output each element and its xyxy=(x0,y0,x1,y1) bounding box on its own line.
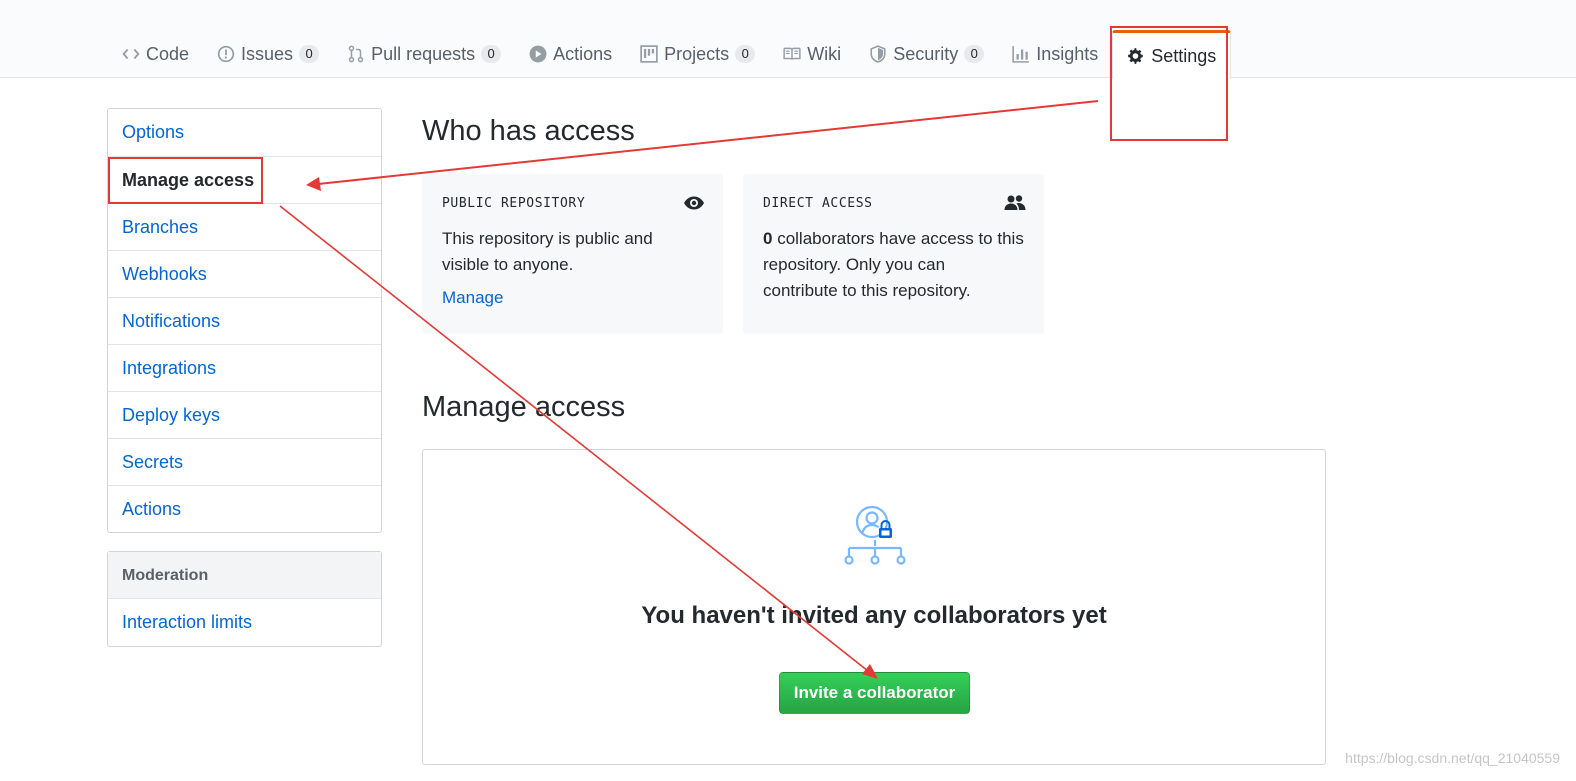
tab-pull-requests[interactable]: Pull requests 0 xyxy=(333,30,515,78)
tab-label: Projects xyxy=(664,43,730,64)
people-icon xyxy=(1004,193,1026,213)
tab-projects[interactable]: Projects 0 xyxy=(626,30,769,78)
menu-item-actions[interactable]: Actions xyxy=(108,485,381,532)
tab-settings[interactable]: Settings xyxy=(1112,30,1232,79)
who-has-access-heading: Who has access xyxy=(422,115,635,147)
tab-insights[interactable]: Insights xyxy=(998,30,1112,78)
tab-issues[interactable]: Issues 0 xyxy=(203,30,333,78)
tab-label: Settings xyxy=(1151,45,1217,66)
shield-icon xyxy=(869,45,887,63)
collaborators-blankslate: You haven't invited any collaborators ye… xyxy=(422,449,1326,765)
tab-security[interactable]: Security 0 xyxy=(855,30,998,78)
book-icon xyxy=(783,45,801,63)
menu-item-branches[interactable]: Branches xyxy=(108,203,381,250)
projects-counter: 0 xyxy=(735,45,756,63)
tab-wiki[interactable]: Wiki xyxy=(769,30,855,78)
public-repository-text: This repository is public and visible to… xyxy=(442,229,653,274)
security-counter: 0 xyxy=(964,45,985,63)
menu-item-manage-access[interactable]: Manage access xyxy=(108,156,381,203)
menu-item-secrets[interactable]: Secrets xyxy=(108,438,381,485)
tab-label: Issues xyxy=(241,43,294,64)
menu-item-deploy-keys[interactable]: Deploy keys xyxy=(108,391,381,438)
direct-access-text: 0 collaborators have access to this repo… xyxy=(763,226,1024,304)
tab-label: Actions xyxy=(553,43,613,64)
repo-nav-bar: Code Issues 0 Pull requests 0 Actions Pr… xyxy=(0,0,1576,79)
menu-item-interaction-limits[interactable]: Interaction limits xyxy=(108,599,381,646)
tab-label: Wiki xyxy=(807,43,842,64)
tab-actions[interactable]: Actions xyxy=(515,30,626,78)
repo-tabs: Code Issues 0 Pull requests 0 Actions Pr… xyxy=(108,30,1232,79)
graph-icon xyxy=(1012,45,1030,63)
pull-request-icon xyxy=(347,45,365,63)
card-title: PUBLIC REPOSITORY xyxy=(442,196,586,211)
menu-item-webhooks[interactable]: Webhooks xyxy=(108,250,381,297)
menu-item-options[interactable]: Options xyxy=(108,109,381,156)
eye-icon xyxy=(683,193,705,213)
person-lock-org-icon xyxy=(841,505,909,569)
public-repository-card: PUBLIC REPOSITORY This repository is pub… xyxy=(422,174,723,334)
settings-menu: Options Manage access Branches Webhooks … xyxy=(107,108,382,533)
card-title: DIRECT ACCESS xyxy=(763,196,873,211)
menu-item-notifications[interactable]: Notifications xyxy=(108,297,381,344)
tab-label: Code xyxy=(146,43,190,64)
direct-access-description: collaborators have access to this reposi… xyxy=(763,229,1024,300)
direct-access-card: DIRECT ACCESS 0 collaborators have acces… xyxy=(743,174,1044,334)
watermark: https://blog.csdn.net/qq_21040559 xyxy=(1345,750,1560,766)
issues-counter: 0 xyxy=(299,45,320,63)
tab-label: Insights xyxy=(1036,43,1099,64)
menu-item-integrations[interactable]: Integrations xyxy=(108,344,381,391)
manage-visibility-link[interactable]: Manage xyxy=(442,288,503,308)
moderation-heading: Moderation xyxy=(108,552,381,599)
no-collaborators-message: You haven't invited any collaborators ye… xyxy=(641,602,1107,629)
tab-label: Security xyxy=(893,43,959,64)
tab-label: Pull requests xyxy=(371,43,476,64)
tab-code[interactable]: Code xyxy=(108,30,203,78)
code-icon xyxy=(122,45,140,63)
issue-icon xyxy=(217,45,235,63)
invite-collaborator-button[interactable]: Invite a collaborator xyxy=(779,672,970,714)
gear-icon xyxy=(1127,47,1145,65)
project-icon xyxy=(640,45,658,63)
play-icon xyxy=(529,45,547,63)
moderation-menu: Moderation Interaction limits xyxy=(107,551,382,647)
pull-requests-counter: 0 xyxy=(481,45,502,63)
manage-access-heading: Manage access xyxy=(422,391,626,423)
